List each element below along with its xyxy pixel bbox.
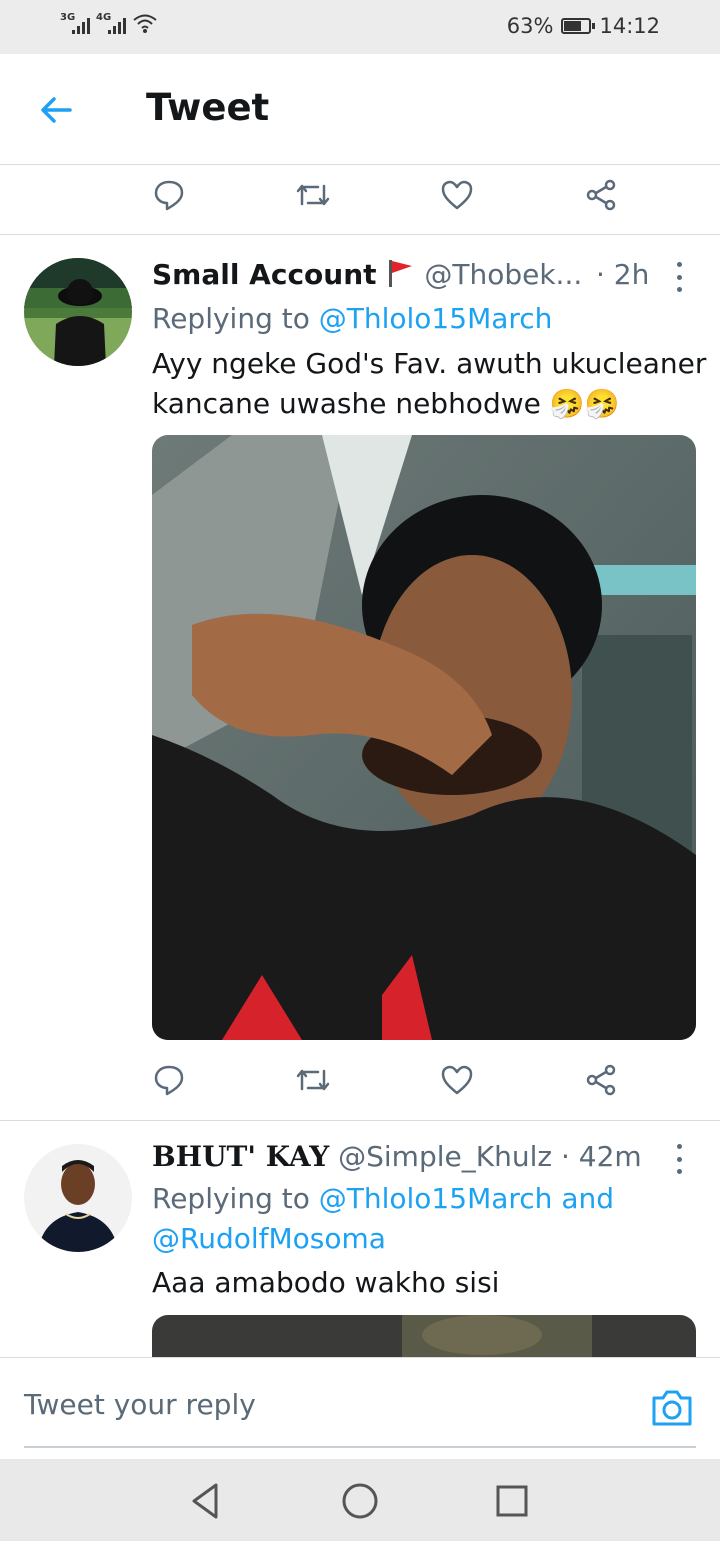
- nav-back-icon[interactable]: [184, 1479, 228, 1523]
- tweet-image[interactable]: [152, 1315, 696, 1357]
- system-nav-bar: [0, 1459, 720, 1541]
- battery-percent: 63%: [506, 14, 554, 38]
- mention-link[interactable]: @Thlolo15March: [319, 302, 553, 335]
- display-name[interactable]: Small Account: [152, 258, 377, 291]
- tweet-time: · 2h: [596, 258, 650, 291]
- camera-icon[interactable]: [650, 1386, 694, 1430]
- share-button[interactable]: [582, 1061, 620, 1099]
- reply-button[interactable]: [150, 176, 188, 214]
- divider: [0, 1120, 720, 1121]
- mention-link[interactable]: @RudolfMosoma: [152, 1219, 614, 1259]
- more-options-icon[interactable]: [674, 262, 684, 292]
- back-arrow-icon[interactable]: [36, 90, 76, 130]
- reply-input[interactable]: Tweet your reply: [24, 1388, 256, 1421]
- clock: 14:12: [599, 14, 660, 38]
- tweet-text-line: Aaa amabodo wakho sisi: [152, 1266, 500, 1299]
- avatar-photo: [24, 1144, 132, 1252]
- replying-to: Replying to @Thlolo15March and @RudolfMo…: [152, 1179, 614, 1259]
- reply-composer: Tweet your reply: [0, 1357, 720, 1460]
- page-title: Tweet: [146, 86, 270, 129]
- reply-icon: [154, 1065, 184, 1096]
- retweet-button[interactable]: [294, 176, 332, 214]
- share-icon: [586, 179, 616, 211]
- app-header: Tweet: [0, 54, 720, 165]
- tweet-text-line: Ayy ngeke God's Fav. awuth ukucleaner: [152, 347, 707, 380]
- replying-prefix: Replying to: [152, 1182, 319, 1215]
- retweet-icon: [296, 184, 330, 206]
- avatar-photo: [24, 258, 132, 366]
- battery-icon: [561, 18, 596, 34]
- tweet-image[interactable]: [152, 435, 696, 1040]
- retweet-button[interactable]: [294, 1061, 332, 1099]
- status-bar: 3G 4G 63% 14:12: [0, 0, 720, 54]
- tweet-text: Ayy ngeke God's Fav. awuth ukucleaner ka…: [152, 344, 706, 424]
- tweet-time: · 42m: [560, 1140, 642, 1173]
- user-handle[interactable]: @Simple_Khulz: [338, 1140, 552, 1173]
- share-button[interactable]: [582, 176, 620, 214]
- user-handle[interactable]: @Thobek...: [424, 258, 582, 291]
- heart-icon: [441, 1065, 473, 1095]
- mention-link[interactable]: @Thlolo15March and: [319, 1182, 614, 1215]
- input-underline: [24, 1446, 696, 1448]
- like-button[interactable]: [438, 1061, 476, 1099]
- tweet-actions-top: [150, 165, 620, 225]
- reply-button[interactable]: [150, 1061, 188, 1099]
- signal-3g-icon: 3G: [60, 12, 90, 34]
- replying-to: Replying to @Thlolo15March: [152, 299, 552, 339]
- replying-prefix: Replying to: [152, 302, 319, 335]
- tweet-header: Small Account @Thobek...: [152, 258, 582, 291]
- signal-4g-icon: 4G: [96, 12, 126, 34]
- heart-icon: [441, 180, 473, 210]
- tweet-photo: [152, 1315, 696, 1357]
- retweet-icon: [296, 1069, 330, 1091]
- wifi-icon: [133, 14, 157, 33]
- display-name[interactable]: BHUT' KAY: [152, 1140, 329, 1173]
- more-options-icon[interactable]: [674, 1144, 684, 1174]
- reply-icon: [154, 180, 184, 211]
- tweet-time-wrap: · 2h: [596, 258, 649, 291]
- avatar[interactable]: [24, 1144, 132, 1252]
- share-icon: [586, 1064, 616, 1096]
- tweet-actions: [150, 1050, 620, 1110]
- like-button[interactable]: [438, 176, 476, 214]
- avatar[interactable]: [24, 258, 132, 366]
- tweet-text-line: kancane uwashe nebhodwe 🤧🤧: [152, 387, 620, 420]
- red-flag-icon: [389, 260, 413, 287]
- tweet-text: Aaa amabodo wakho sisi: [152, 1263, 499, 1303]
- divider: [0, 234, 720, 235]
- tweet-header: BHUT' KAY @Simple_Khulz · 42m: [152, 1140, 642, 1173]
- tweet-photo: [152, 435, 696, 1040]
- nav-home-icon[interactable]: [338, 1479, 382, 1523]
- nav-recents-icon[interactable]: [490, 1479, 534, 1523]
- sneezing-face-emoji: 🤧🤧: [549, 387, 620, 420]
